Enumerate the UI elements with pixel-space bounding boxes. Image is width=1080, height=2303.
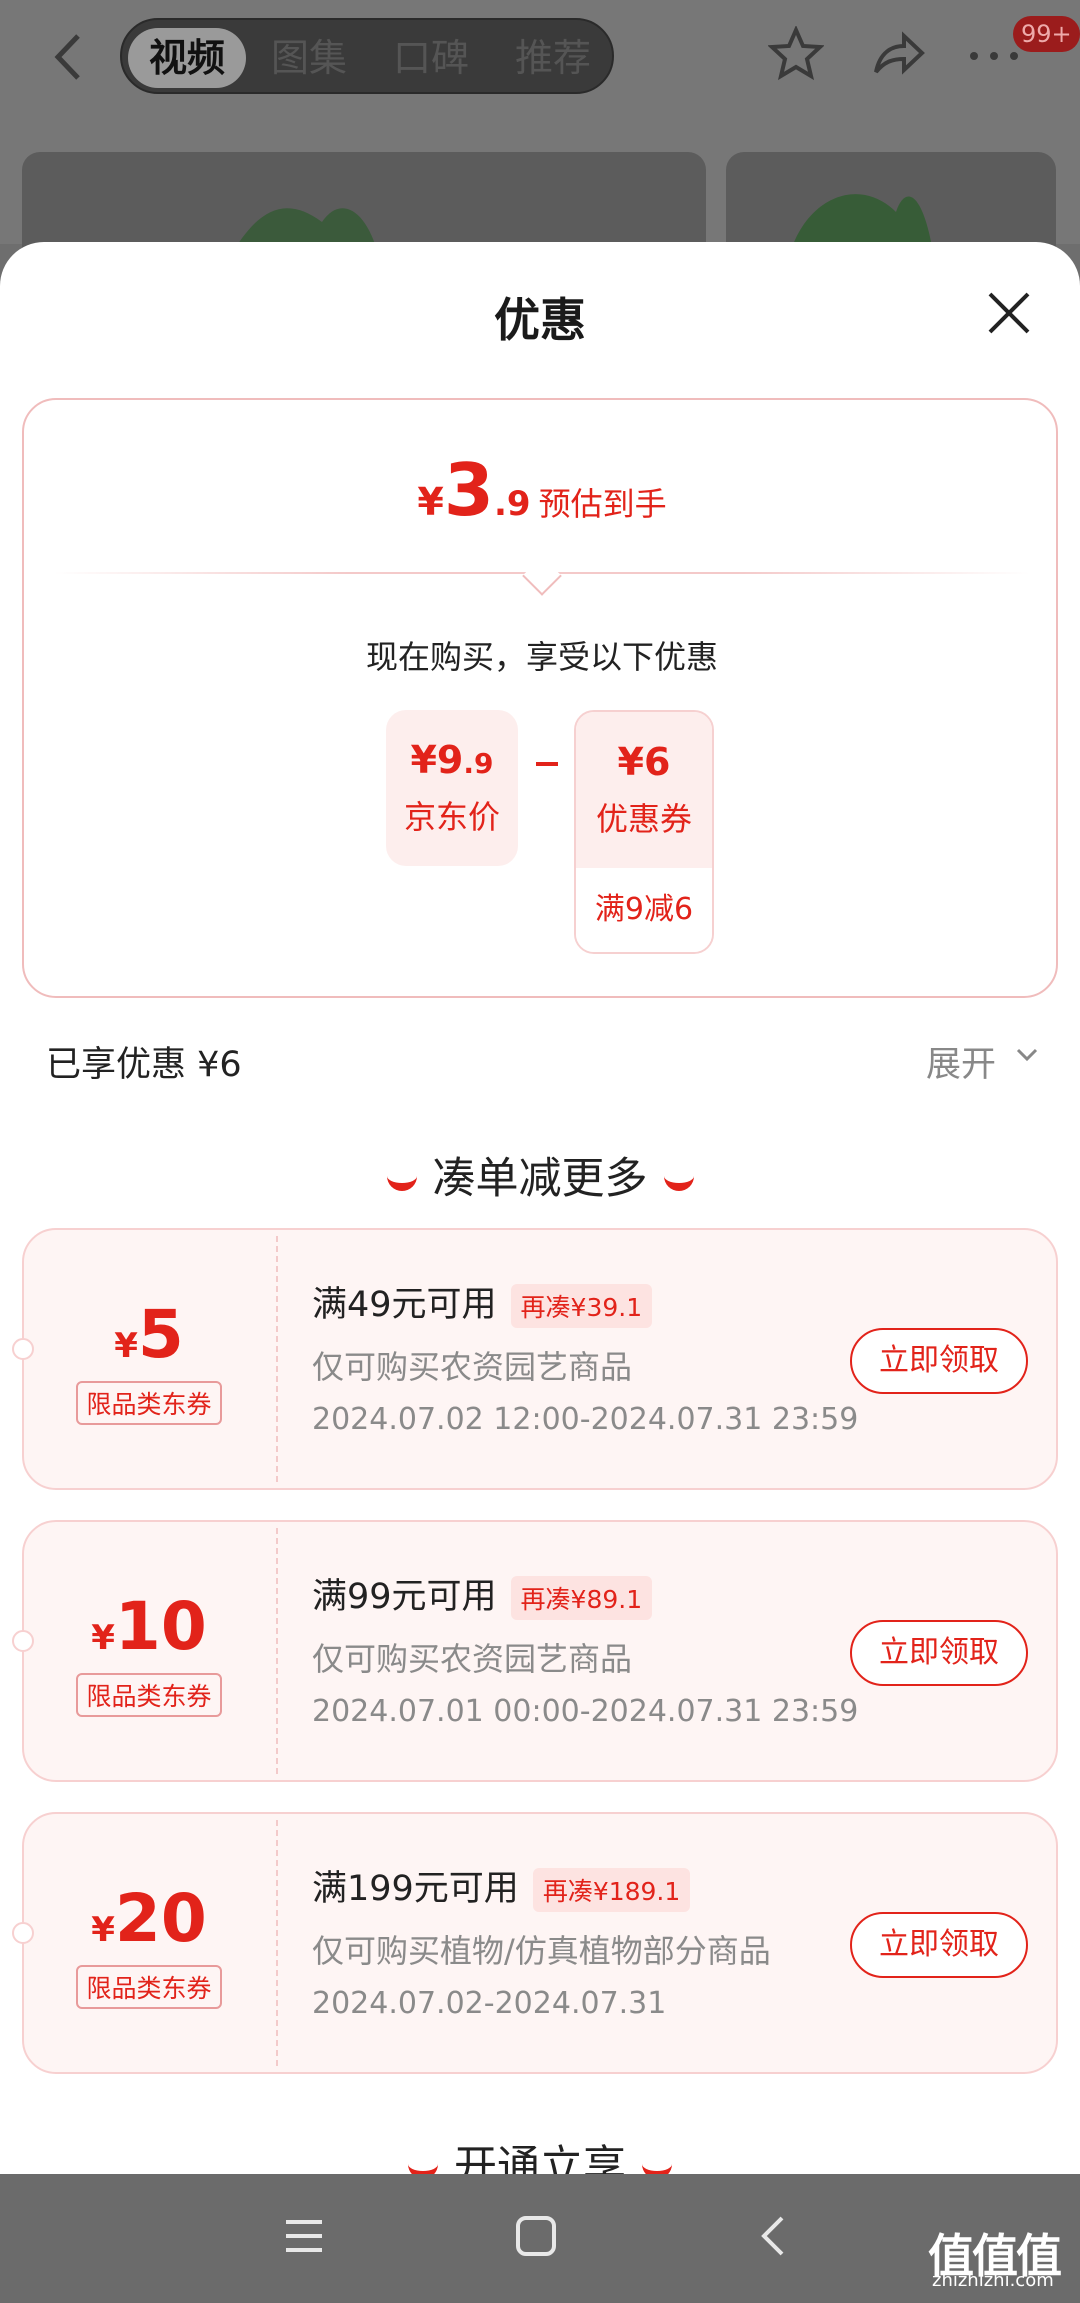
nav-back-icon[interactable]	[752, 2214, 796, 2258]
share-arrow-icon[interactable]	[870, 26, 926, 82]
sheet-title: 优惠	[494, 293, 586, 347]
coupon-scope: 仅可购买农资园艺商品	[312, 1348, 633, 1386]
coupon-condition: 满49元可用 再凑¥39.1	[312, 1276, 653, 1328]
star-outline-icon[interactable]	[768, 26, 824, 82]
coupon-condition: 满9减6	[576, 868, 712, 952]
estimated-price-label: 预估到手	[538, 485, 667, 523]
coupon-condition: 满199元可用 再凑¥189.1	[312, 1860, 691, 1912]
coupon-validity: 2024.07.02-2024.07.31	[312, 1986, 667, 2021]
close-icon[interactable]	[984, 288, 1034, 338]
expand-button[interactable]: 展开	[926, 1036, 996, 1087]
coupon-need-more: 再凑¥39.1	[510, 1284, 653, 1328]
menu-icon[interactable]	[282, 2214, 326, 2258]
coupon-type-tag: 限品类东券	[76, 1381, 222, 1425]
coupon-validity: 2024.07.01 00:00-2024.07.31 23:59	[312, 1694, 859, 1729]
jd-price-label: 京东价	[403, 798, 500, 836]
coupon-scope: 仅可购买植物/仿真植物部分商品	[312, 1932, 771, 1970]
back-arrow-icon[interactable]	[44, 30, 94, 84]
coupon-validity: 2024.07.02 12:00-2024.07.31 23:59	[312, 1402, 859, 1437]
coupon-card: ¥5 限品类东券 满49元可用 再凑¥39.1 仅可购买农资园艺商品 2024.0…	[12, 1228, 1058, 1490]
discount-sheet: 优惠 ¥3.9 预估到手 现在购买，享受以下优惠 ¥9.9 京东价 ¥6 优惠券 …	[0, 242, 1080, 2174]
coupon-amount: ¥10	[91, 1588, 207, 1665]
tab-gallery[interactable]: 图集	[250, 28, 368, 88]
divider-notch	[522, 556, 562, 596]
jd-price-value: ¥9.9	[410, 738, 494, 782]
system-nav-bar	[0, 2174, 1080, 2303]
jd-price-box: ¥9.9 京东价	[386, 710, 518, 866]
home-square-icon[interactable]	[514, 2214, 558, 2258]
minus-sign	[536, 762, 558, 766]
coupon-amount: ¥5	[114, 1296, 184, 1373]
smile-decoration-icon	[642, 2161, 672, 2174]
notification-badge: 99+	[1013, 16, 1080, 52]
coupon-need-more: 再凑¥189.1	[532, 1868, 691, 1912]
estimated-price-decimal: .9	[493, 484, 531, 524]
claim-coupon-button[interactable]: 立即领取	[850, 1912, 1028, 1978]
coupon-type-tag: 限品类东券	[76, 1965, 222, 2009]
estimated-price-integer: 3	[443, 448, 494, 532]
price-summary-card: ¥3.9 预估到手 现在购买，享受以下优惠 ¥9.9 京东价 ¥6 优惠券 满9减…	[22, 398, 1058, 998]
coupon-amount: ¥20	[91, 1880, 207, 1957]
product-top-bar: 视频 图集 口碑 推荐 99+	[0, 0, 1080, 272]
section-title-membership: 开通立享	[0, 2132, 1080, 2174]
smile-decoration-icon	[663, 1173, 694, 1191]
coupon-card: ¥10 限品类东券 满99元可用 再凑¥89.1 仅可购买农资园艺商品 2024.…	[12, 1520, 1058, 1782]
coupon-discount-box: ¥6 优惠券 满9减6	[574, 710, 714, 954]
coupon-condition: 满99元可用 再凑¥89.1	[312, 1568, 653, 1620]
coupon-scope: 仅可购买农资园艺商品	[312, 1640, 633, 1678]
coupon-need-more: 再凑¥89.1	[510, 1576, 653, 1620]
tab-video[interactable]: 视频	[128, 28, 246, 88]
section-title-more-discounts: 凑单减更多	[0, 1144, 1080, 1206]
chevron-down-icon[interactable]	[1016, 1048, 1038, 1062]
watermark-url: zhizhizhi.com	[932, 2270, 1054, 2291]
smile-decoration-icon	[386, 1173, 417, 1191]
media-tabs: 视频 图集 口碑 推荐	[120, 18, 614, 94]
more-dots-icon[interactable]	[966, 48, 1022, 64]
coupon-type-tag: 限品类东券	[76, 1673, 222, 1717]
enjoyed-discount: 已享优惠 ¥6	[46, 1045, 242, 1085]
claim-coupon-button[interactable]: 立即领取	[850, 1620, 1028, 1686]
smile-decoration-icon	[408, 2161, 438, 2174]
coupon-card: ¥20 限品类东券 满199元可用 再凑¥189.1 仅可购买植物/仿真植物部分商…	[12, 1812, 1058, 2074]
estimated-price: ¥3.9 预估到手	[24, 448, 1060, 532]
tab-reviews[interactable]: 口碑	[372, 28, 490, 88]
yen-symbol: ¥	[417, 480, 444, 524]
coupon-label: 优惠券	[595, 800, 692, 838]
buy-now-text: 现在购买，享受以下优惠	[365, 638, 718, 676]
tab-recommend[interactable]: 推荐	[494, 28, 612, 88]
claim-coupon-button[interactable]: 立即领取	[850, 1328, 1028, 1394]
coupon-value: ¥6	[617, 740, 671, 784]
